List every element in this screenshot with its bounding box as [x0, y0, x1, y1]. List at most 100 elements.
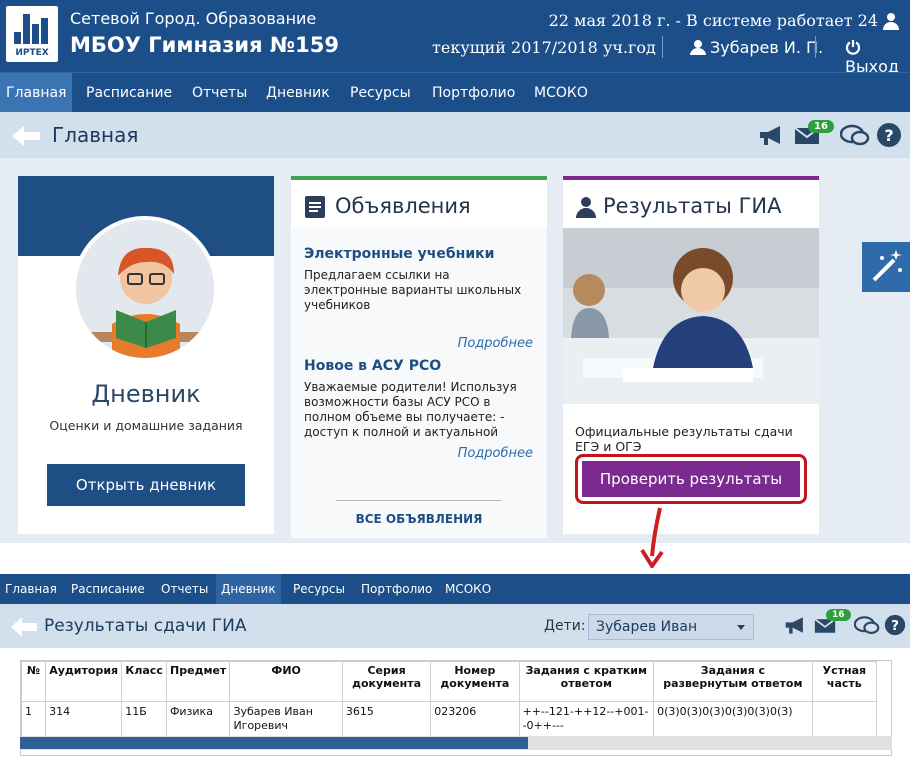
announcements-divider	[336, 500, 502, 501]
announcement-title[interactable]: Новое в АСУ РСО	[304, 358, 441, 374]
megaphone-icon[interactable]	[784, 615, 808, 635]
cell-number: 1	[20, 701, 47, 738]
nav-item-resources[interactable]: Ресурсы	[288, 574, 350, 604]
table-scrollbar[interactable]	[20, 736, 892, 750]
user-icon	[576, 197, 596, 218]
user-icon	[690, 40, 706, 55]
page-title: Главная	[52, 123, 139, 147]
cell-room: 314	[45, 701, 123, 738]
nav-item-portfolio[interactable]: Портфолио	[356, 574, 437, 604]
cell-short-answer: ++--121-++12--+001--0++---	[518, 701, 655, 738]
back-arrow-icon[interactable]	[10, 124, 42, 148]
diary-subtitle: Оценки и домашние задания	[49, 418, 243, 433]
check-results-highlight[interactable]: Проверить результаты	[575, 454, 807, 504]
nav-item-schedule[interactable]: Расписание	[66, 574, 150, 604]
all-announcements-link[interactable]: ВСЕ ОБЪЯВЛЕНИЯ	[291, 512, 547, 526]
col-number: №	[20, 661, 47, 702]
col-room: Аудитория	[45, 661, 123, 702]
megaphone-icon[interactable]	[758, 124, 786, 146]
school-year[interactable]: текущий 2017/2018 уч.год	[432, 38, 656, 57]
svg-text:?: ?	[884, 126, 893, 145]
col-fio: ФИО	[229, 661, 343, 702]
announcement-body: Уважаемые родители! Используя возможност…	[304, 380, 517, 439]
nav-item-schedule[interactable]: Расписание	[80, 73, 178, 113]
table-row: 1 314 11Б Физика Зубарев Иван Игоревич 3…	[20, 701, 878, 738]
cell-fio: Зубарев Иван Игоревич	[229, 701, 343, 738]
cell-class: 11Б	[121, 701, 167, 738]
results-nav: Главная Расписание Отчеты Дневник Ресурс…	[0, 574, 910, 604]
app-name: Сетевой Город. Образование	[70, 9, 317, 28]
cell-oral	[811, 701, 878, 738]
announcement-body: Предлагаем ссылки на электронные вариант…	[304, 268, 522, 312]
svg-text:?: ?	[891, 618, 899, 634]
results-subbar: Результаты сдачи ГИА Дети: Зубарев Иван …	[0, 604, 910, 648]
nav-item-home[interactable]: Главная	[0, 574, 62, 604]
check-results-button[interactable]: Проверить результаты	[582, 461, 800, 497]
mail-count-badge: 16	[808, 120, 834, 133]
nav-item-diary[interactable]: Дневник	[260, 73, 336, 113]
results-table: № Аудитория Класс Предмет ФИО Серия доку…	[20, 661, 878, 738]
student-illustration	[72, 216, 218, 362]
col-oral: Устная часть	[811, 661, 878, 702]
mail-count-badge: 16	[826, 609, 851, 621]
chat-icon[interactable]	[854, 615, 880, 637]
gia-results-card: Результаты ГИА Официальные результаты сд…	[563, 176, 819, 534]
main-nav: Главная Расписание Отчеты Дневник Ресурс…	[0, 72, 910, 113]
nav-item-diary[interactable]: Дневник	[216, 574, 281, 604]
back-arrow-icon[interactable]	[10, 616, 38, 638]
chat-icon[interactable]	[840, 124, 870, 148]
nav-item-msoko[interactable]: МСОКО	[440, 574, 496, 604]
announcements-list: Электронные учебники Предлагаем ссылки н…	[291, 228, 547, 538]
nav-item-home[interactable]: Главная	[0, 73, 73, 113]
document-icon	[305, 196, 325, 218]
announcements-card: Объявления Электронные учебники Предлага…	[291, 176, 547, 538]
nav-item-resources[interactable]: Ресурсы	[344, 73, 417, 113]
scrollbar-thumb[interactable]	[20, 737, 528, 749]
announcement-title[interactable]: Электронные учебники	[304, 246, 494, 262]
child-select[interactable]: Зубарев Иван	[588, 614, 754, 640]
logo-text: ИРТЕХ	[15, 48, 49, 58]
main-dashboard: ИРТЕХ Сетевой Город. Образование МБОУ Ги…	[0, 0, 910, 543]
exam-photo	[563, 228, 819, 404]
col-subject: Предмет	[165, 661, 231, 702]
magic-wand-button[interactable]	[862, 242, 910, 292]
child-select-value: Зубарев Иван	[596, 619, 698, 635]
help-icon[interactable]: ?	[876, 122, 902, 148]
col-short-answer: Задания с кратким ответом	[518, 661, 655, 702]
diary-card: Дневник Оценки и домашние задания Открыт…	[18, 176, 274, 534]
nav-item-msoko[interactable]: МСОКО	[528, 73, 594, 113]
diary-title: Дневник	[91, 380, 201, 408]
col-doc-number: Номер документа	[430, 661, 520, 702]
help-icon[interactable]: ?	[884, 614, 906, 636]
cell-doc-number: 023206	[430, 701, 520, 738]
nav-item-portfolio[interactable]: Портфолио	[426, 73, 521, 113]
school-name: МБОУ Гимназия №159	[70, 33, 340, 57]
irtex-logo[interactable]: ИРТЕХ	[6, 6, 58, 62]
announcements-title: Объявления	[335, 194, 471, 218]
logo-bars-icon	[14, 14, 50, 44]
gia-title: Результаты ГИА	[603, 194, 782, 218]
cell-extended-answer: 0(3)0(3)0(3)0(3)0(3)0(3)	[653, 701, 813, 738]
header-divider	[815, 36, 816, 58]
user-link[interactable]: Зубарев И. П.	[690, 38, 823, 57]
chevron-down-icon	[737, 625, 745, 630]
nav-item-reports[interactable]: Отчеты	[186, 73, 253, 113]
gia-description: Официальные результаты сдачи ЕГЭ и ОГЭ	[575, 424, 793, 452]
col-class: Класс	[121, 661, 167, 702]
power-icon	[845, 40, 861, 55]
header-divider	[662, 36, 663, 58]
table-header-row: № Аудитория Класс Предмет ФИО Серия доку…	[20, 661, 878, 702]
user-name: Зубарев И. П.	[710, 38, 824, 57]
nav-item-reports[interactable]: Отчеты	[156, 574, 213, 604]
page-subbar: Главная 16 ?	[0, 112, 910, 158]
results-page-title: Результаты сдачи ГИА	[44, 616, 247, 636]
logout-button[interactable]: Выход	[845, 38, 910, 76]
online-users-icon	[883, 13, 899, 30]
date-online-line: 22 мая 2018 г. - В системе работает 24	[548, 11, 878, 30]
announcement-more-link[interactable]: Подробнее	[458, 336, 533, 351]
announcement-more-link[interactable]: Подробнее	[458, 446, 533, 461]
open-diary-button[interactable]: Открыть дневник	[47, 464, 245, 506]
children-label: Дети:	[544, 618, 586, 634]
cell-doc-series: 3615	[341, 701, 432, 738]
exam-student-image	[563, 228, 819, 404]
